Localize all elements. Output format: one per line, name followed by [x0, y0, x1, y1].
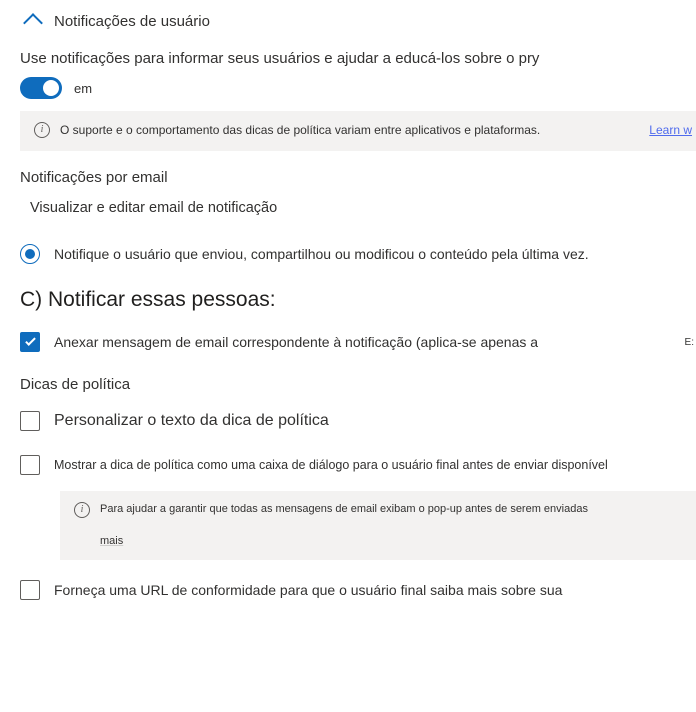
attach-email-checkbox[interactable] — [20, 332, 40, 352]
info-icon: i — [34, 122, 50, 138]
learn-more-link[interactable]: Learn w — [649, 123, 692, 137]
chevron-up-icon — [23, 13, 43, 33]
info-bar-popup-help: i Para ajudar a garantir que todas as me… — [60, 491, 696, 560]
notifications-toggle[interactable] — [20, 77, 62, 99]
info-text: O suporte e o comportamento das dicas de… — [60, 121, 682, 139]
intro-text: Use notificações para informar seus usuá… — [20, 48, 696, 69]
radio-dot — [25, 249, 35, 259]
toggle-knob — [43, 80, 59, 96]
notify-these-people-heading: C) Notificar essas pessoas: — [20, 288, 696, 312]
section-title: Notificações de usuário — [54, 13, 210, 30]
customize-tip-text-label: Personalizar o texto da dica de política — [54, 412, 696, 430]
info-icon: i — [74, 502, 90, 518]
provide-url-checkbox[interactable] — [20, 580, 40, 600]
provide-url-label: Forneça uma URL de conformidade para que… — [54, 582, 696, 598]
view-edit-email-link[interactable]: Visualizar e editar email de notificação — [20, 200, 696, 216]
customize-tip-text-checkbox[interactable] — [20, 411, 40, 431]
notify-sender-label: Notifique o usuário que enviou, comparti… — [54, 246, 589, 262]
info-bar-policy-tip-support: i O suporte e o comportamento das dicas … — [20, 111, 696, 151]
side-marker: E: — [685, 337, 694, 348]
show-tip-dialog-label: Mostrar a dica de política como uma caix… — [54, 458, 696, 472]
checkmark-icon — [25, 335, 36, 346]
toggle-state-label: em — [74, 81, 92, 96]
info-text: Para ajudar a garantir que todas as mens… — [100, 503, 588, 515]
attach-email-label: Anexar mensagem de email correspondente … — [54, 334, 696, 350]
show-tip-dialog-checkbox[interactable] — [20, 455, 40, 475]
section-header[interactable]: Notificações de usuário — [20, 12, 696, 30]
policy-tips-heading: Dicas de política — [20, 376, 696, 393]
info-more-link[interactable]: mais — [100, 533, 682, 551]
email-notifications-heading: Notificações por email — [20, 169, 696, 186]
notify-sender-radio[interactable] — [20, 244, 40, 264]
